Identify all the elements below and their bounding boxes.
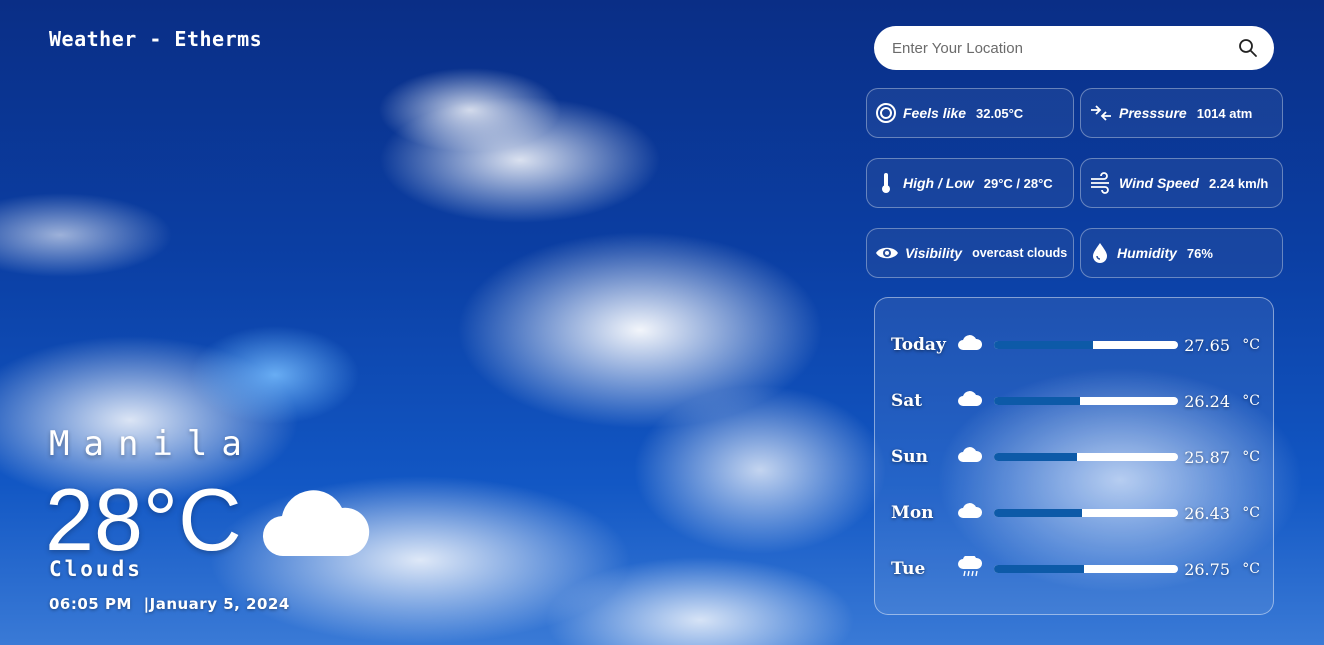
forecast-day: Sat — [891, 391, 923, 411]
eye-icon — [876, 247, 898, 259]
forecast-temp: 25.87 — [1184, 447, 1230, 467]
forecast-unit: °C — [1242, 337, 1260, 353]
cloud-icon — [958, 335, 983, 350]
forecast-temp-bar — [994, 397, 1178, 405]
wind-speed-card: Wind Speed 2.24 km/h — [1080, 158, 1283, 208]
forecast-temp-bar — [994, 509, 1178, 517]
forecast-temp: 26.24 — [1184, 391, 1230, 411]
search-icon[interactable] — [1238, 38, 1258, 58]
cloud-icon — [958, 503, 983, 518]
forecast-row: Today 27.65 °C — [891, 330, 1261, 360]
location-search-input[interactable] — [890, 38, 1238, 58]
feels-like-value: 32.05°C — [976, 105, 1024, 121]
forecast-temp: 27.65 — [1184, 335, 1230, 355]
pressure-arrows-icon — [1091, 105, 1111, 121]
city-name: Manila — [49, 424, 256, 464]
humidity-value: 76% — [1186, 245, 1213, 261]
forecast-temp-bar-fill — [994, 565, 1085, 573]
feels-like-label: Feels like — [903, 105, 967, 121]
forecast-temp-bar — [994, 341, 1178, 349]
forecast-unit: °C — [1242, 449, 1260, 465]
forecast-day: Today — [891, 335, 946, 355]
rain-cloud-icon — [958, 554, 983, 577]
app-title: Weather - Etherms — [49, 27, 263, 51]
wind-speed-label: Wind Speed — [1119, 175, 1199, 191]
forecast-temp-bar — [994, 565, 1178, 573]
cloud-icon — [958, 391, 983, 406]
forecast-day: Mon — [891, 503, 934, 523]
wind-speed-value: 2.24 km/h — [1209, 175, 1269, 191]
humidity-card: Humidity 76% — [1080, 228, 1283, 278]
forecast-row: Sat 26.24 °C — [891, 386, 1261, 416]
forecast-row: Tue 26.75 °C — [891, 554, 1261, 584]
forecast-unit: °C — [1242, 393, 1260, 409]
cloud-icon — [262, 490, 370, 557]
thermometer-icon — [882, 173, 890, 193]
high-low-card: High / Low 29°C / 28°C — [866, 158, 1074, 208]
visibility-card: Visibility overcast clouds — [866, 228, 1074, 278]
cloud-icon — [958, 447, 983, 462]
date-time: 06:05 PM |January 5, 2024 — [49, 595, 290, 613]
forecast-day: Tue — [891, 559, 926, 579]
forecast-row: Sun 25.87 °C — [891, 442, 1261, 472]
forecast-row: Mon 26.43 °C — [891, 498, 1261, 528]
pressure-value: 1014 atm — [1196, 105, 1253, 121]
high-low-value: 29°C / 28°C — [983, 175, 1053, 191]
location-search-bar — [874, 26, 1274, 70]
wind-icon — [1091, 172, 1109, 194]
forecast-temp: 26.75 — [1184, 559, 1230, 579]
forecast-unit: °C — [1242, 505, 1260, 521]
forecast-temp-bar-fill — [994, 453, 1077, 461]
feels-like-card: Feels like 32.05°C — [866, 88, 1074, 138]
forecast-panel: Today 27.65 °C Sat 26.24 °C Sun 25.87 °C — [874, 297, 1274, 615]
forecast-temp-bar-fill — [994, 397, 1081, 405]
forecast-temp-bar-fill — [994, 509, 1083, 517]
ring-icon — [876, 103, 896, 123]
visibility-label: Visibility — [905, 245, 963, 261]
forecast-unit: °C — [1242, 561, 1260, 577]
forecast-temp: 26.43 — [1184, 503, 1230, 523]
current-date: January 5, 2024 — [149, 595, 290, 613]
forecast-temp-bar-fill — [994, 341, 1094, 349]
pressure-card: Presssure 1014 atm — [1080, 88, 1283, 138]
visibility-value: overcast clouds — [972, 246, 1068, 260]
high-low-label: High / Low — [903, 175, 974, 191]
humidity-label: Humidity — [1117, 245, 1177, 261]
weather-description: Clouds — [49, 557, 143, 581]
current-time: 06:05 PM — [49, 595, 132, 613]
pressure-label: Presssure — [1119, 105, 1187, 121]
droplet-icon — [1093, 243, 1107, 263]
current-temperature: 28°C — [45, 470, 242, 569]
forecast-temp-bar — [994, 453, 1178, 461]
forecast-day: Sun — [891, 447, 928, 467]
